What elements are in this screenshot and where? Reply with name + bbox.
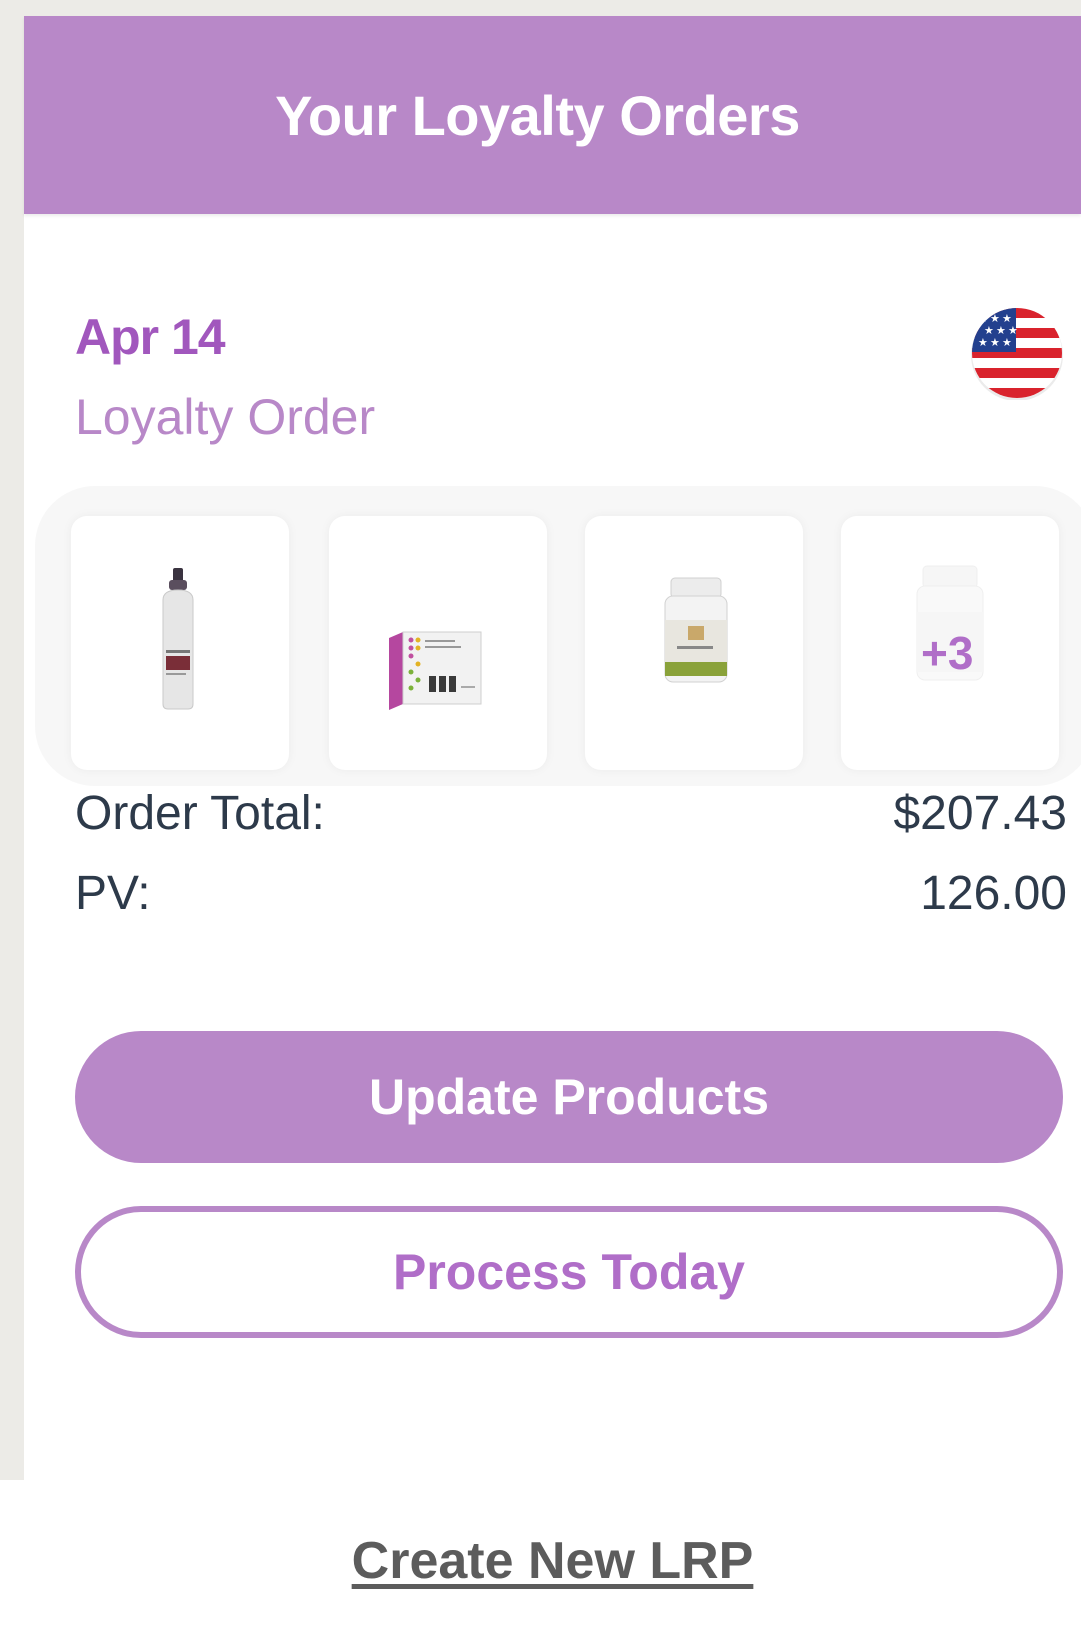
update-products-button[interactable]: Update Products xyxy=(75,1031,1063,1163)
us-flag-icon: ★ ★ ★ ★ ★ ★ ★ ★ ★ xyxy=(970,306,1064,401)
supplement-bottle-icon xyxy=(664,577,728,683)
pv-label: PV: xyxy=(75,867,151,920)
loyalty-orders-card: Your Loyalty Orders Apr 14 Loyalty Order… xyxy=(24,16,1081,1641)
product-thumb-more[interactable]: +3 xyxy=(841,516,1059,770)
product-thumb[interactable] xyxy=(71,516,289,770)
order-total-label: Order Total: xyxy=(75,787,325,840)
product-thumbnails: +3 xyxy=(35,486,1081,786)
order-date: Apr 14 xyxy=(75,309,226,365)
order-total-value: $207.43 xyxy=(893,787,1067,840)
product-thumb[interactable] xyxy=(585,516,803,770)
process-today-button[interactable]: Process Today xyxy=(75,1206,1063,1338)
create-new-lrp-link[interactable]: Create New LRP xyxy=(24,1531,1081,1591)
svg-text:★: ★ xyxy=(978,336,988,349)
order-type: Loyalty Order xyxy=(75,389,376,445)
product-thumb[interactable] xyxy=(329,516,547,770)
card-header: Your Loyalty Orders xyxy=(24,16,1081,214)
more-products-count: +3 xyxy=(921,627,974,679)
vitality-pack-box-icon xyxy=(389,631,482,710)
shampoo-bottle-icon xyxy=(162,568,194,710)
pv-value: 126.00 xyxy=(920,867,1067,920)
page-title: Your Loyalty Orders xyxy=(275,83,800,147)
svg-text:★: ★ xyxy=(990,336,1000,349)
svg-text:★: ★ xyxy=(1002,336,1012,349)
